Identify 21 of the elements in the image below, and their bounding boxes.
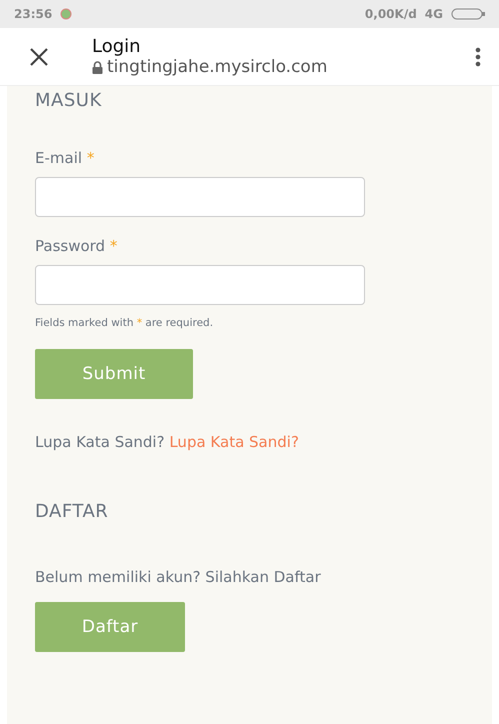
more-icon[interactable]	[475, 46, 481, 66]
input-field[interactable]	[35, 265, 365, 305]
register-button[interactable]: Daftar	[35, 602, 185, 652]
required-note: Fields marked with * are required.	[35, 317, 214, 329]
section-heading: DAFTAR	[35, 501, 110, 522]
field-label: E-mail *	[35, 149, 96, 167]
forgot-text: Lupa Kata Sandi? Lupa Kata Sandi?	[35, 433, 300, 451]
section-heading: MASUK	[35, 90, 103, 111]
network-type: 4G	[424, 7, 443, 21]
input-field[interactable]	[35, 177, 365, 217]
forgot-link[interactable]: Lupa Kata Sandi?	[169, 433, 299, 451]
field-label: Password *	[35, 237, 118, 255]
battery-icon	[451, 8, 485, 20]
network-speed: 0,00K/d	[364, 7, 417, 21]
submit-button[interactable]: Submit	[35, 349, 193, 399]
register-text: Belum memiliki akun? Silahkan Daftar	[35, 568, 322, 586]
close-icon[interactable]	[28, 46, 50, 68]
page-url: tingtingjahe.mysirclo.com	[107, 57, 328, 77]
lock-icon	[92, 60, 103, 74]
page-title: Login	[92, 36, 142, 57]
status-time: 23:56	[14, 7, 52, 21]
